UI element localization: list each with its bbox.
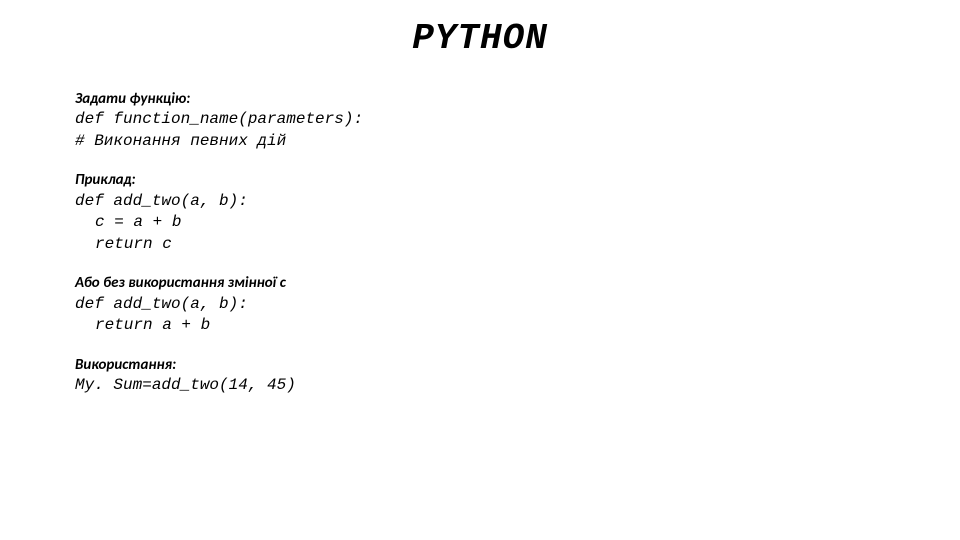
section-alternative: Або без використання змінної с def add_t… xyxy=(75,273,960,336)
label-usage: Використання: xyxy=(75,355,960,375)
section-define: Задати функцію: def function_name(parame… xyxy=(75,89,960,152)
code-example-line3: return c xyxy=(75,234,960,256)
page-title: PYTHON xyxy=(0,0,960,59)
code-alt-line1: def add_two(a, b): xyxy=(75,294,960,316)
code-define-line1: def function_name(parameters): xyxy=(75,109,960,131)
label-alternative: Або без використання змінної с xyxy=(75,273,960,293)
section-usage: Використання: My. Sum=add_two(14, 45) xyxy=(75,355,960,397)
content-body: Задати функцію: def function_name(parame… xyxy=(0,59,960,397)
code-define-line2: # Виконання певних дій xyxy=(75,131,960,153)
label-example: Приклад: xyxy=(75,170,960,190)
code-example-line1: def add_two(a, b): xyxy=(75,191,960,213)
code-example-line2: c = a + b xyxy=(75,212,960,234)
code-alt-line2: return a + b xyxy=(75,315,960,337)
code-usage-line1: My. Sum=add_two(14, 45) xyxy=(75,375,960,397)
section-example: Приклад: def add_two(a, b): c = a + b re… xyxy=(75,170,960,255)
label-define: Задати функцію: xyxy=(75,89,960,109)
